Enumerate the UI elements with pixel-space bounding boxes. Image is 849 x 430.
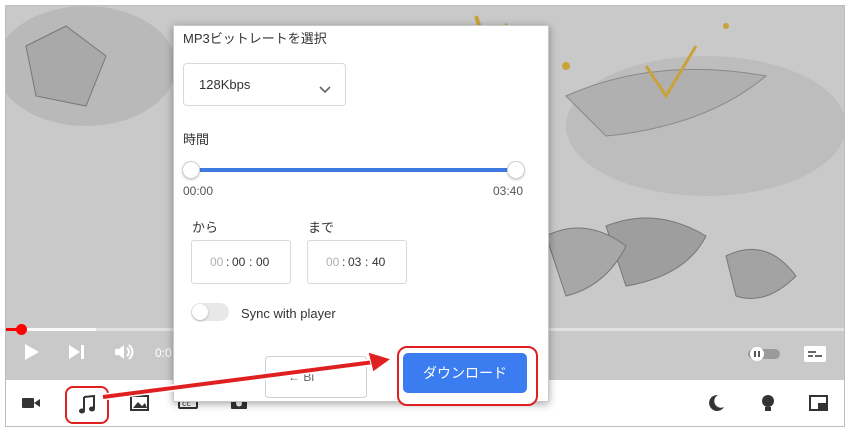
subtitles-icon[interactable] (804, 346, 826, 366)
player-frame: 0:0 cc MP3ビットレートを選択 128Kbps 時間 00:00 03:… (5, 5, 845, 427)
sync-toggle[interactable] (191, 303, 229, 321)
from-hours: 00 (210, 255, 224, 269)
moon-icon[interactable] (706, 394, 726, 412)
to-seconds: 40 (372, 255, 386, 269)
download-button[interactable]: ダウンロード (403, 353, 527, 393)
lightbulb-icon[interactable] (758, 394, 778, 412)
sync-toggle-knob (192, 304, 208, 320)
music-note-icon (78, 394, 96, 419)
bitrate-value: 128Kbps (199, 77, 251, 92)
current-time: 0:0 (155, 346, 172, 360)
volume-icon[interactable] (114, 343, 136, 365)
sync-label: Sync with player (241, 306, 336, 321)
from-time-field[interactable]: 00 : 00 : 00 (191, 240, 291, 284)
progress-knob[interactable] (16, 324, 27, 335)
image-icon[interactable] (130, 394, 150, 412)
picture-in-picture-icon[interactable] (809, 394, 829, 412)
to-hours: 00 (326, 255, 340, 269)
bitrate-select[interactable]: 128Kbps (183, 63, 346, 106)
download-label: ダウンロード (423, 365, 507, 381)
cancel-button[interactable]: ← Bi (265, 356, 367, 398)
bitrate-title: MP3ビットレートを選択 (183, 31, 327, 46)
cancel-label: ← Bi (288, 370, 315, 384)
from-label: から (192, 220, 219, 235)
video-camera-icon[interactable] (21, 394, 41, 412)
time-range-track[interactable] (190, 168, 516, 172)
range-start-handle[interactable] (182, 161, 200, 179)
to-minutes: 03 (348, 255, 362, 269)
time-title: 時間 (183, 132, 210, 147)
from-seconds: 00 (256, 255, 270, 269)
from-minutes: 00 (232, 255, 246, 269)
autoplay-toggle-icon[interactable] (748, 346, 780, 365)
to-label: まで (308, 220, 335, 235)
chevron-down-icon (319, 79, 331, 98)
range-end-handle[interactable] (507, 161, 525, 179)
to-time-field[interactable]: 00 : 03 : 40 (307, 240, 407, 284)
range-end-label: 03:40 (493, 184, 524, 198)
range-start-label: 00:00 (183, 184, 214, 198)
music-note-button[interactable] (65, 386, 109, 424)
play-icon[interactable] (24, 343, 40, 365)
next-icon[interactable] (68, 343, 86, 365)
